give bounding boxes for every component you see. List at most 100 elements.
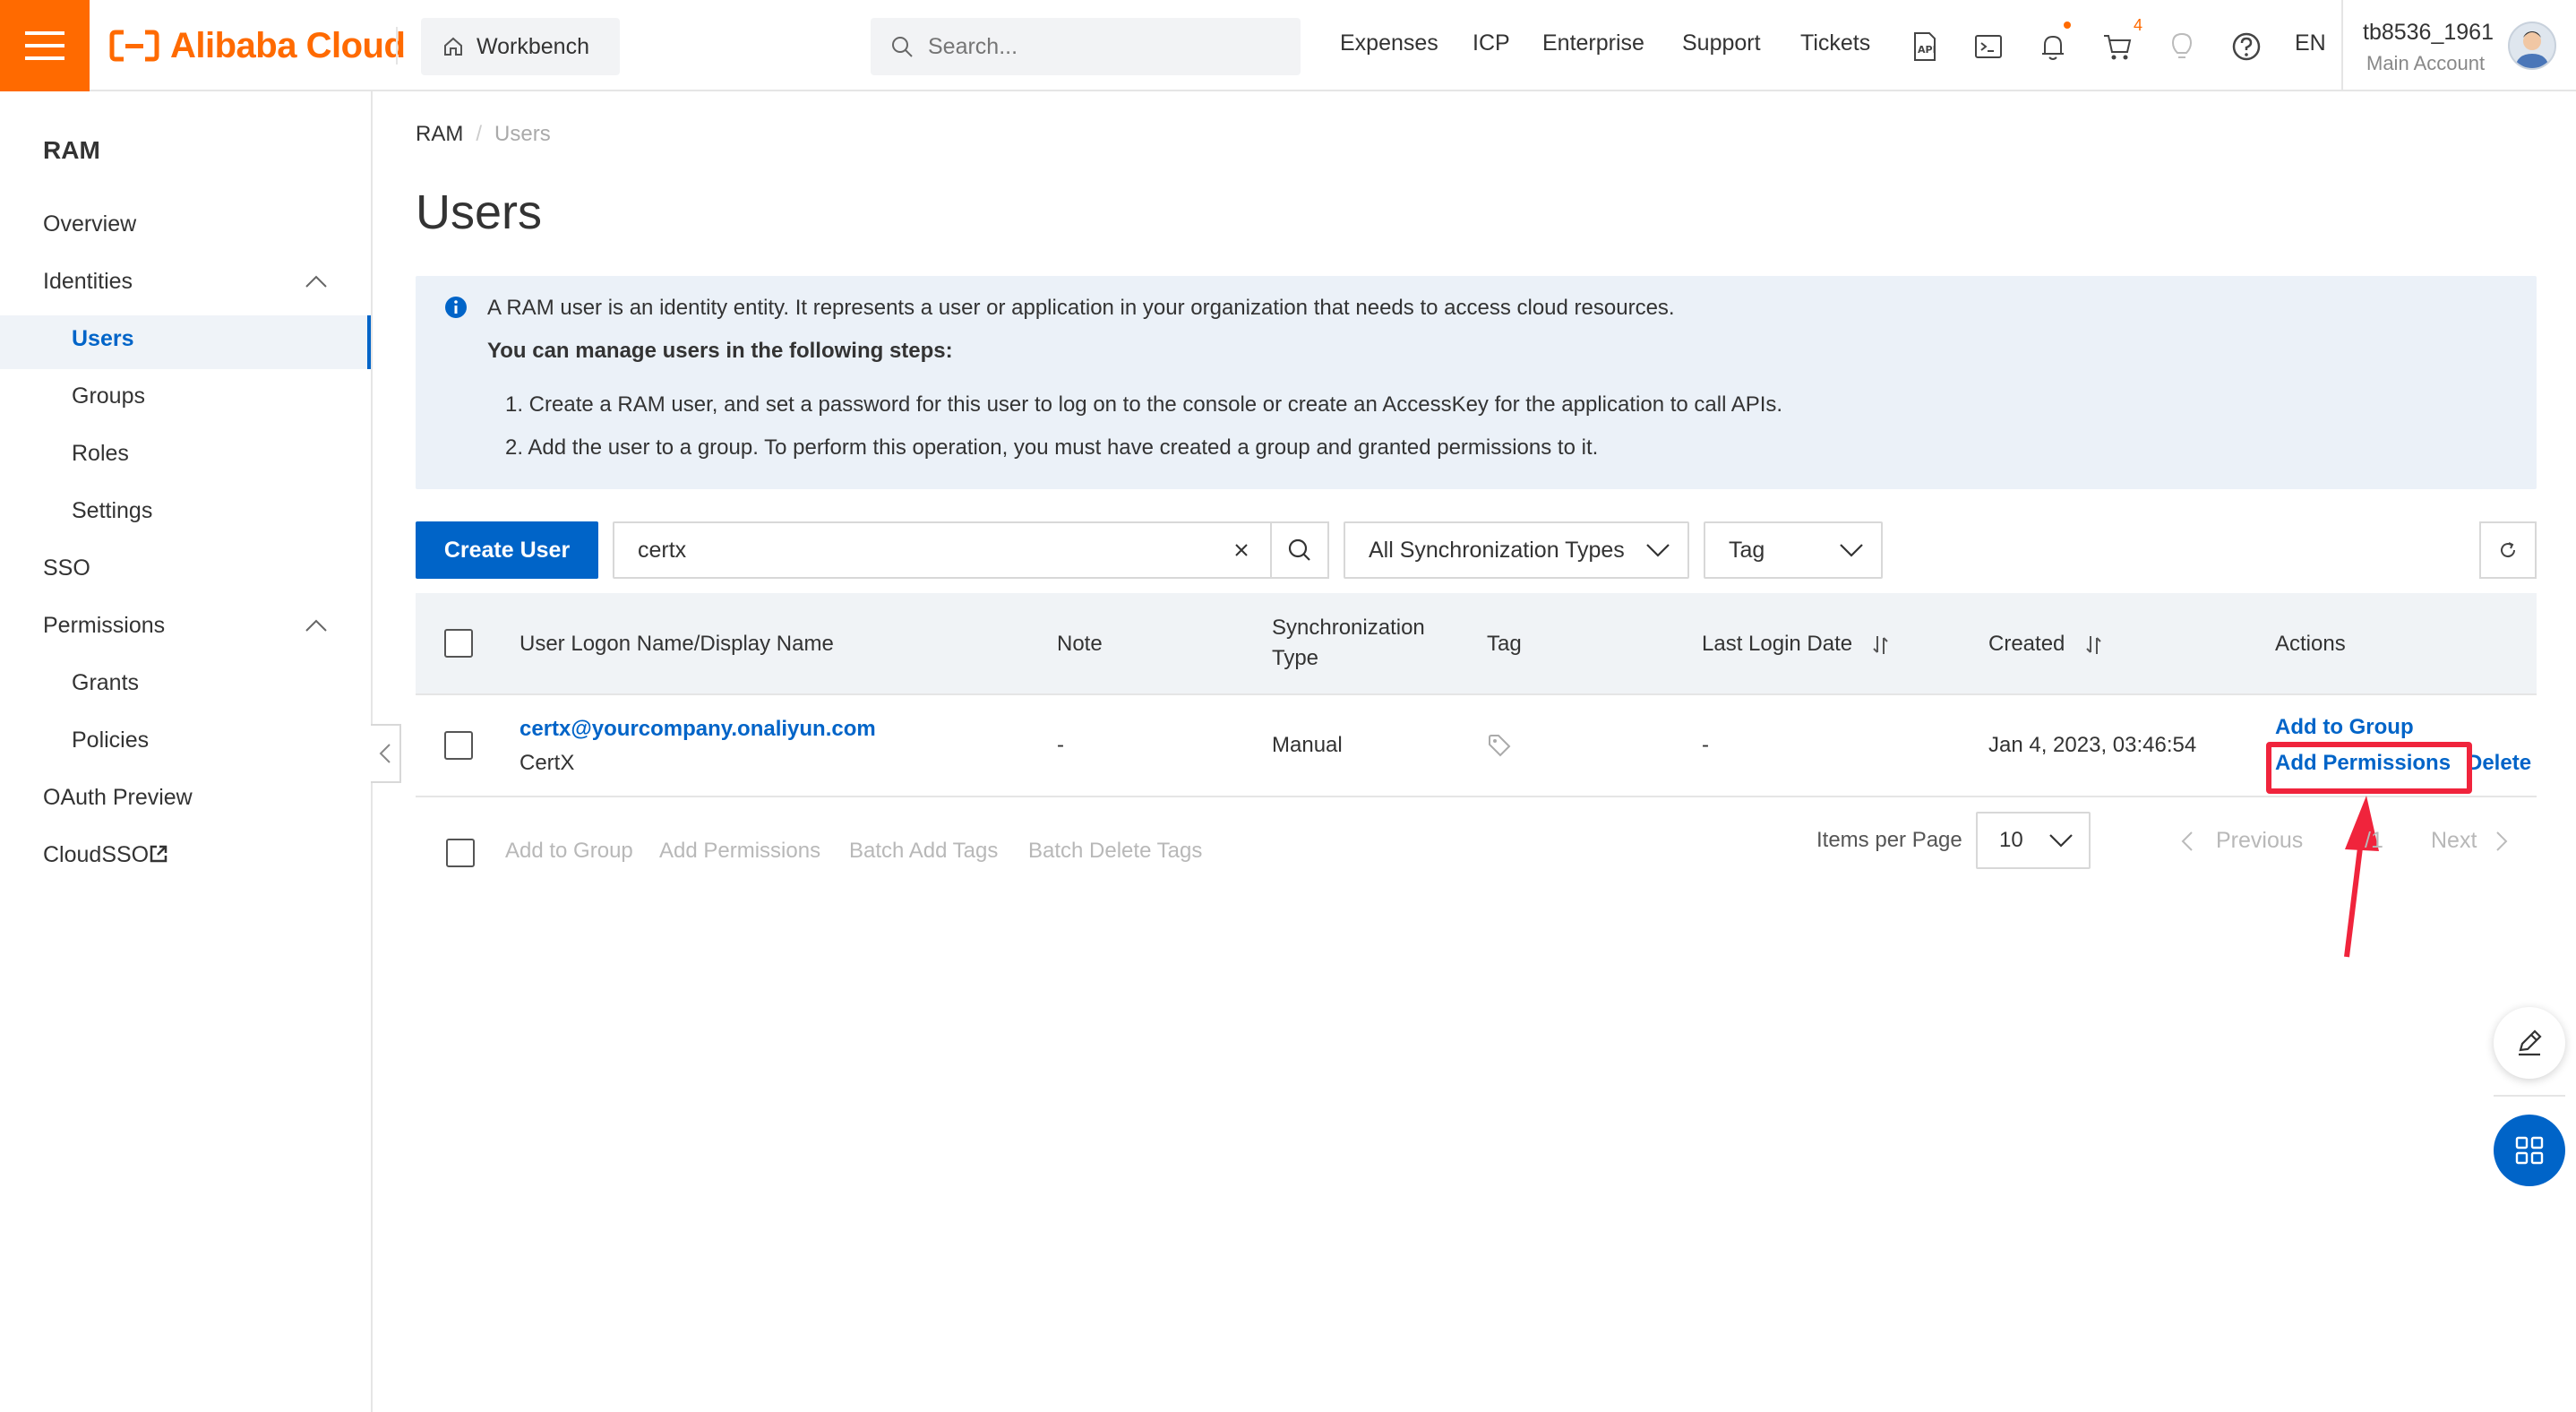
chevron-down-icon xyxy=(2049,834,2073,848)
delete-link[interactable]: Delete xyxy=(2467,751,2531,776)
nav-expenses[interactable]: Expenses xyxy=(1340,30,1438,56)
global-search-input[interactable] xyxy=(926,32,1267,61)
notice-step-1: 1. Create a RAM user, and set a password… xyxy=(505,392,1783,417)
user-search-field xyxy=(613,521,1272,579)
sidebar-item-identities[interactable]: Identities xyxy=(43,269,133,295)
batch-delete-tags-button[interactable]: Batch Delete Tags xyxy=(1028,839,1202,864)
alibaba-cloud-logo[interactable]: Alibaba Cloud xyxy=(109,20,406,72)
external-link-icon xyxy=(150,845,167,863)
batch-add-permissions-button[interactable]: Add Permissions xyxy=(659,839,820,864)
previous-page-button[interactable]: Previous xyxy=(2180,828,2303,854)
chevron-up-icon[interactable] xyxy=(305,274,328,288)
alibaba-cloud-logo-icon xyxy=(109,30,159,62)
info-notice: A RAM user is an identity entity. It rep… xyxy=(416,276,2537,489)
apps-button[interactable] xyxy=(2494,1115,2565,1186)
api-icon[interactable]: API xyxy=(1906,29,1942,65)
highlight-box xyxy=(2266,742,2472,794)
sidebar-item-cloudsso[interactable]: CloudSSO xyxy=(43,842,168,868)
tag-select-value: Tag xyxy=(1729,537,1765,563)
page-size-value: 10 xyxy=(1999,828,2023,852)
page-size-select[interactable]: 10 xyxy=(1976,812,2091,869)
user-divider xyxy=(2341,0,2343,90)
sort-icon[interactable] xyxy=(1870,634,1892,656)
feedback-button[interactable] xyxy=(2494,1007,2565,1079)
breadcrumb-current: Users xyxy=(494,122,551,146)
sidebar-item-oauth-preview[interactable]: OAuth Preview xyxy=(43,785,193,811)
menu-icon[interactable] xyxy=(0,0,90,91)
page-indicator: /1 xyxy=(2365,828,2383,853)
chevron-right-icon xyxy=(2496,831,2508,851)
annotation-arrow-icon xyxy=(2344,796,2379,958)
sidebar-collapse-button[interactable] xyxy=(371,724,401,783)
chevron-left-icon xyxy=(2181,831,2193,851)
sidebar-active-indicator xyxy=(0,315,371,369)
grid-icon xyxy=(2515,1136,2544,1165)
user-search-input[interactable] xyxy=(614,536,1152,564)
next-page-button[interactable]: Next xyxy=(2431,828,2509,854)
column-header-last-login[interactable]: Last Login Date xyxy=(1702,629,1852,659)
sidebar-item-permissions[interactable]: Permissions xyxy=(43,613,165,639)
help-icon[interactable] xyxy=(2228,29,2264,65)
sidebar-item-overview[interactable]: Overview xyxy=(43,211,136,237)
column-header-tag: Tag xyxy=(1487,632,1522,656)
row-checkbox[interactable] xyxy=(444,731,473,760)
column-header-name: User Logon Name/Display Name xyxy=(519,632,834,656)
previous-label: Previous xyxy=(2216,828,2304,853)
batch-add-tags-button[interactable]: Batch Add Tags xyxy=(849,839,998,864)
username[interactable]: tb8536_1961 xyxy=(2363,20,2494,46)
breadcrumb: RAM / Users xyxy=(416,122,551,146)
home-icon xyxy=(444,37,462,56)
nav-tickets[interactable]: Tickets xyxy=(1800,30,1870,56)
add-to-group-link[interactable]: Add to Group xyxy=(2275,715,2414,740)
breadcrumb-root[interactable]: RAM xyxy=(416,122,463,146)
user-last-login: - xyxy=(1702,733,1709,757)
sidebar-item-roles[interactable]: Roles xyxy=(72,441,129,467)
sidebar: RAM Overview Identities Users Groups Rol… xyxy=(0,91,373,1412)
nav-enterprise[interactable]: Enterprise xyxy=(1542,30,1644,56)
tag-select[interactable]: Tag xyxy=(1704,521,1883,579)
items-per-page-label: Items per Page xyxy=(1816,828,1962,852)
global-search[interactable] xyxy=(871,18,1301,75)
workbench-label: Workbench xyxy=(477,33,589,59)
create-user-button[interactable]: Create User xyxy=(416,521,598,579)
sidebar-item-sso[interactable]: SSO xyxy=(43,555,90,581)
cart-badge: 4 xyxy=(2134,16,2143,34)
avatar[interactable] xyxy=(2508,22,2556,70)
sidebar-item-users[interactable]: Users xyxy=(72,326,134,352)
notification-bell-icon[interactable] xyxy=(2035,29,2071,65)
sidebar-item-groups[interactable]: Groups xyxy=(72,383,145,409)
users-table-header: User Logon Name/Display Name Note Synchr… xyxy=(416,593,2537,695)
sort-icon[interactable] xyxy=(2083,634,2105,656)
workbench-button[interactable]: Workbench xyxy=(421,18,620,75)
next-label: Next xyxy=(2431,828,2477,853)
sync-type-select[interactable]: All Synchronization Types xyxy=(1344,521,1689,579)
logo-divider xyxy=(396,27,398,65)
user-note: - xyxy=(1057,733,1064,757)
lightbulb-icon[interactable] xyxy=(2164,29,2200,65)
floating-divider xyxy=(2494,1095,2565,1097)
footer-select-all-checkbox[interactable] xyxy=(446,839,475,867)
tag-icon[interactable] xyxy=(1487,733,1512,758)
sidebar-item-grants[interactable]: Grants xyxy=(72,670,139,696)
terminal-icon[interactable] xyxy=(1971,29,2006,65)
column-header-actions: Actions xyxy=(2275,632,2346,656)
nav-support[interactable]: Support xyxy=(1682,30,1761,56)
nav-icp[interactable]: ICP xyxy=(1473,30,1510,56)
info-icon xyxy=(445,297,467,318)
language-switch[interactable]: EN xyxy=(2295,30,2326,56)
sidebar-item-settings[interactable]: Settings xyxy=(72,498,152,524)
chevron-up-icon[interactable] xyxy=(305,618,328,633)
chevron-left-icon xyxy=(379,744,391,763)
column-header-created[interactable]: Created xyxy=(1988,629,2065,659)
cart-icon[interactable] xyxy=(2099,29,2135,65)
search-button[interactable] xyxy=(1270,521,1329,579)
clear-icon[interactable] xyxy=(1232,541,1250,559)
sidebar-item-policies[interactable]: Policies xyxy=(72,728,149,753)
edit-icon xyxy=(2519,1029,2542,1056)
select-all-checkbox[interactable] xyxy=(444,629,473,658)
user-sync-type: Manual xyxy=(1272,733,1343,757)
chevron-down-icon xyxy=(1646,544,1670,557)
batch-add-to-group-button[interactable]: Add to Group xyxy=(505,839,633,864)
refresh-button[interactable] xyxy=(2479,521,2537,579)
user-logon-name-link[interactable]: certx@yourcompany.onaliyun.com xyxy=(519,717,876,742)
